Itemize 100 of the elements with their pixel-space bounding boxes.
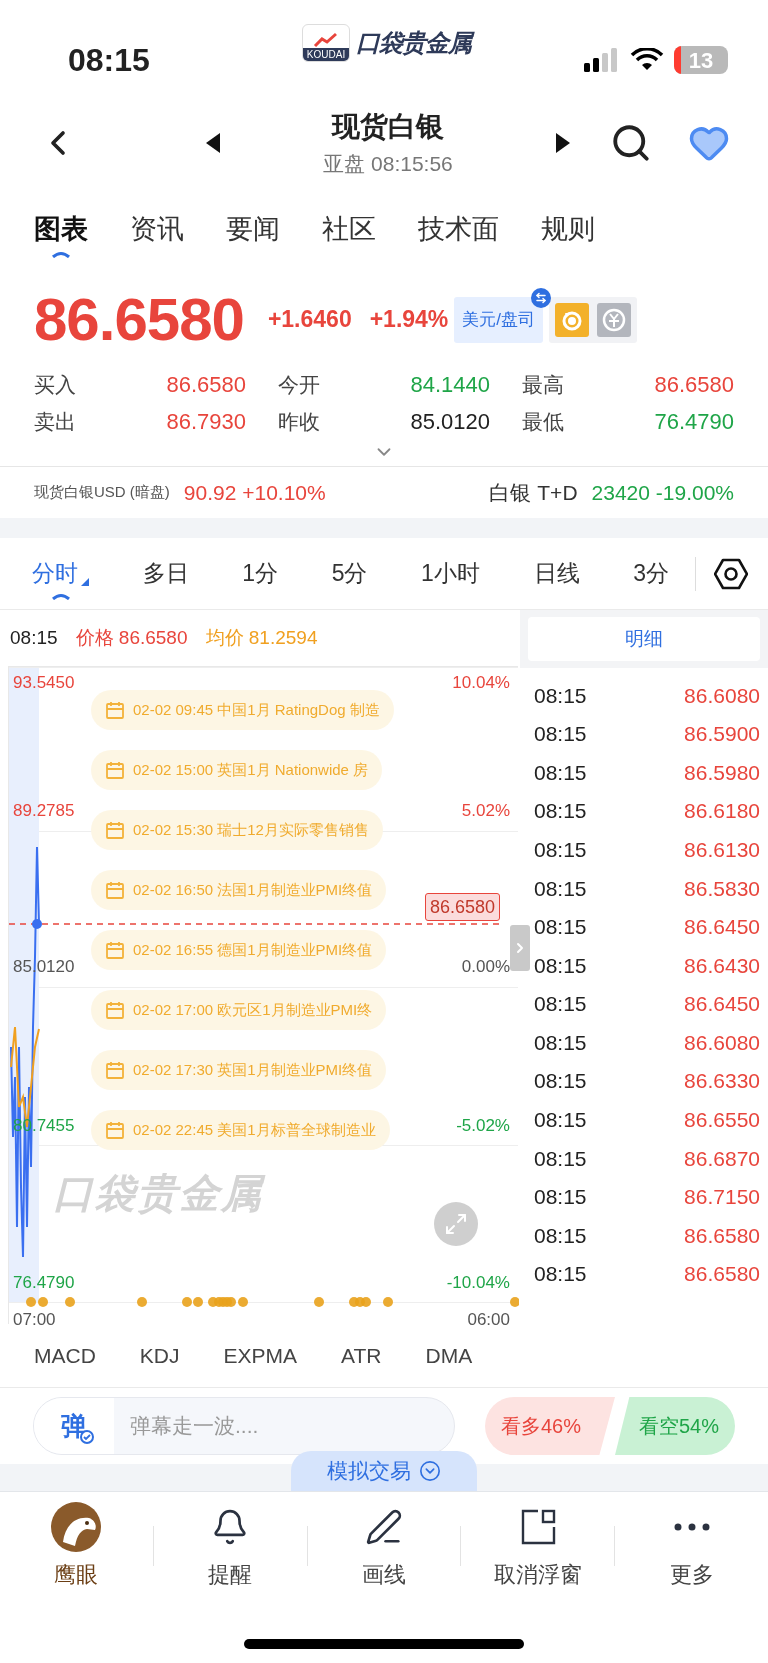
section-tab[interactable]: 技术面 — [418, 198, 499, 260]
indicator-tab[interactable]: KDJ — [139, 1339, 180, 1372]
stat-value: 86.6580 — [166, 371, 246, 399]
period-tab[interactable]: 1小时 — [421, 546, 480, 601]
trade-time: 08:15 — [534, 952, 587, 979]
trade-time: 08:15 — [534, 759, 587, 786]
toolbar-item[interactable]: 取消浮窗 — [461, 1501, 615, 1591]
section-tab[interactable]: 要闻 — [226, 198, 280, 260]
calendar-icon — [105, 880, 125, 900]
trade-price: 86.7150 — [684, 1184, 760, 1211]
logo-badge-text: KOUDAI — [303, 48, 349, 61]
period-tab[interactable]: 1分 — [242, 546, 279, 601]
trade-price: 86.6580 — [684, 1261, 760, 1288]
currency-unit-button[interactable]: 美元/盘司 — [454, 296, 544, 343]
currency-icon[interactable] — [597, 302, 632, 337]
period-tab[interactable]: 分时 — [32, 546, 89, 601]
period-tab[interactable]: 多日 — [142, 546, 189, 601]
section-tab[interactable]: 规则 — [541, 198, 595, 260]
trade-price: 86.6330 — [684, 1068, 760, 1095]
stat-label: 卖出 — [34, 408, 76, 435]
section-tab[interactable]: 社区 — [322, 198, 376, 260]
percent-change: +1.94% — [369, 305, 449, 335]
previous-icon[interactable] — [206, 132, 220, 153]
calendar-icon — [105, 940, 125, 960]
price-axis-label: 76.4790 — [13, 1273, 75, 1293]
indicator-tab[interactable]: EXPMA — [223, 1339, 298, 1372]
price-reading: 价格 86.6580 — [75, 625, 188, 650]
period-tab[interactable]: 5分 — [331, 546, 368, 601]
danmaku-label: 弹 — [61, 1409, 87, 1443]
time-axis-label: 07:00 — [13, 1309, 56, 1331]
section-tab[interactable]: 资讯 — [130, 198, 184, 260]
swap-icon — [531, 287, 552, 308]
related-instrument[interactable]: 白银 T+D — [489, 476, 578, 509]
trade-price: 86.6580 — [684, 1222, 760, 1249]
trade-price: 86.6430 — [684, 952, 760, 979]
last-price: 86.6580 — [34, 284, 244, 355]
comment-field[interactable]: 弹 弹幕走一波.... — [33, 1397, 455, 1455]
next-icon[interactable] — [556, 132, 570, 153]
period-tab[interactable]: 3分 — [633, 546, 669, 601]
battery-icon: 13 — [674, 46, 728, 74]
toolbar-item[interactable]: 鹰眼 — [0, 1501, 153, 1591]
calendar-icon — [105, 760, 125, 780]
current-point — [32, 919, 42, 929]
trade-time: 08:15 — [534, 1107, 587, 1134]
trade-price: 86.6130 — [684, 836, 760, 863]
wifi-icon — [630, 48, 664, 72]
trade-time: 08:15 — [534, 836, 587, 863]
more-icon — [672, 1521, 711, 1532]
expand-icon — [444, 1212, 468, 1236]
cursor-time: 08:15 — [10, 625, 58, 650]
dropdown-triangle-icon — [81, 577, 89, 586]
trade-time: 08:15 — [534, 798, 587, 825]
percent-axis-label: 10.04% — [452, 673, 510, 693]
trade-time: 08:15 — [534, 1261, 587, 1288]
trade-price: 86.6870 — [684, 1145, 760, 1172]
trade-time: 08:15 — [534, 991, 587, 1018]
window-icon — [519, 1508, 556, 1545]
trade-price: 86.6550 — [684, 1107, 760, 1134]
toolbar-item[interactable]: 提醒 — [153, 1501, 307, 1591]
toolbar-item[interactable]: 画线 — [307, 1501, 461, 1591]
page-title: 现货白银 — [332, 109, 444, 144]
section-tab[interactable]: 图表 — [34, 198, 88, 260]
eagle-icon — [51, 1501, 102, 1552]
stat-value: 84.1440 — [410, 371, 490, 399]
stat-label: 最低 — [522, 408, 564, 435]
related-quote: 23420 -19.00% — [591, 479, 734, 506]
stat-label: 买入 — [34, 371, 76, 398]
cycle-icon[interactable] — [555, 302, 590, 337]
average-reading: 均价 81.2594 — [205, 625, 318, 650]
trade-time: 08:15 — [534, 1222, 587, 1249]
trade-price: 86.6450 — [684, 914, 760, 941]
selected-indicator — [51, 250, 71, 259]
simulated-trading-tab[interactable]: 模拟交易 — [291, 1451, 477, 1491]
current-price-tag: 86.6580 — [425, 893, 501, 921]
calendar-icon — [105, 1060, 125, 1080]
collapse-handle[interactable] — [510, 925, 530, 971]
trade-price: 86.6080 — [684, 682, 760, 709]
percent-axis-label: 0.00% — [461, 957, 510, 977]
session-time: 亚盘 08:15:56 — [323, 150, 453, 177]
chart-area[interactable] — [8, 666, 518, 1324]
chevron-down-icon — [419, 1460, 441, 1482]
trade-price: 86.6080 — [684, 1029, 760, 1056]
indicator-tab[interactable]: ATR — [341, 1339, 382, 1372]
period-tab[interactable]: 日线 — [533, 546, 580, 601]
indicator-tab[interactable]: DMA — [425, 1339, 473, 1372]
indicator-tab[interactable]: MACD — [34, 1339, 96, 1372]
selected-indicator — [50, 591, 71, 600]
time-axis-label: 06:00 — [467, 1309, 510, 1331]
detail-tab[interactable]: 明细 — [528, 617, 760, 661]
stat-value: 76.4790 — [654, 408, 734, 436]
pen-icon — [365, 1507, 403, 1546]
settings-icon[interactable] — [714, 556, 748, 591]
status-time: 08:15 — [68, 41, 150, 80]
related-instrument[interactable]: 现货白银USD (暗盘) — [34, 481, 170, 504]
trade-time: 08:15 — [534, 1184, 587, 1211]
stat-value: 85.0120 — [410, 408, 490, 436]
signal-icon — [584, 48, 620, 72]
trade-price: 86.6450 — [684, 991, 760, 1018]
toolbar-item[interactable]: 更多 — [615, 1501, 768, 1591]
event-markers[interactable] — [26, 1297, 519, 1307]
